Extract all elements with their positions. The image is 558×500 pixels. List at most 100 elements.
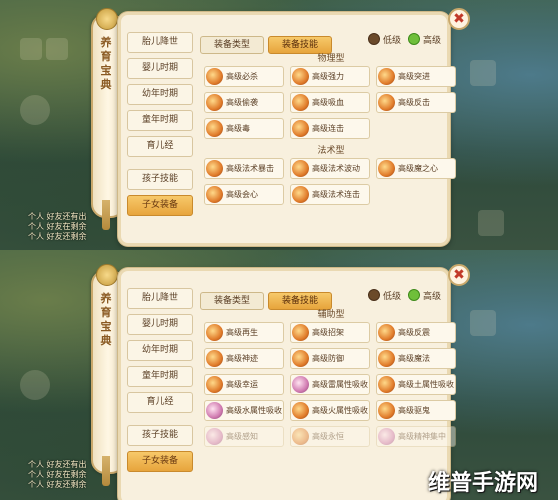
skill-slot[interactable]: 高级魔法 xyxy=(376,348,456,369)
fire-icon xyxy=(292,428,309,445)
skill-slot[interactable]: 高级幸运 xyxy=(204,374,284,395)
fire-icon xyxy=(378,324,395,341)
pink-orb-icon xyxy=(378,428,395,445)
fire-icon xyxy=(378,94,395,111)
skill-slot[interactable]: 高级驱鬼 xyxy=(376,400,456,421)
skill-name: 高级神迹 xyxy=(226,354,258,363)
skill-slot[interactable]: 高级永恒 xyxy=(290,426,370,447)
skill-slot[interactable]: 高级水属性吸收 xyxy=(204,400,284,421)
sidebar-item-infant[interactable]: 婴儿时期 xyxy=(127,58,193,79)
sidebar-item-child-skills[interactable]: 孩子技能 xyxy=(127,425,193,446)
skill-slot[interactable]: 高级突进 xyxy=(376,66,456,87)
scroll-title: 养 育 宝 典 xyxy=(100,36,112,91)
skill-slot[interactable]: 高级招架 xyxy=(290,322,370,343)
section-header: 法术型 xyxy=(317,146,345,156)
fire-icon xyxy=(292,68,309,85)
sidebar-item-childhood[interactable]: 童年时期 xyxy=(127,366,193,387)
skill-name: 高级必杀 xyxy=(226,72,258,81)
fire-icon xyxy=(206,160,223,177)
skill-slot[interactable]: 高级反震 xyxy=(376,322,456,343)
fire-icon xyxy=(378,68,395,85)
fire-icon xyxy=(292,350,309,367)
sidebar: 胎儿降世 婴儿时期 幼年时期 童年时期 育儿经 孩子技能 子女装备 xyxy=(127,288,193,477)
fire-icon xyxy=(378,350,395,367)
skill-name: 高级精神集中 xyxy=(398,432,446,441)
map-icon[interactable] xyxy=(470,310,496,336)
chat-log: 个人 好友还有出 个人 好友在剩余 个人 好友还剩余 xyxy=(28,212,87,242)
skill-name: 高级魔之心 xyxy=(398,164,438,173)
skill-slot[interactable]: 高级魔之心 xyxy=(376,158,456,179)
skill-slot[interactable]: 高级防御 xyxy=(290,348,370,369)
skill-slot[interactable]: 高级土属性吸收 xyxy=(376,374,456,395)
scroll-knob-top xyxy=(96,264,118,286)
skill-slot[interactable]: 高级法术波动 xyxy=(290,158,370,179)
skill-name: 高级魔法 xyxy=(398,354,430,363)
skill-slot[interactable]: 高级火属性吸收 xyxy=(290,400,370,421)
radio-low[interactable]: 低级 xyxy=(368,33,401,48)
fire-icon xyxy=(378,402,395,419)
fire-icon xyxy=(206,94,223,111)
sidebar-item-toddler[interactable]: 幼年时期 xyxy=(127,84,193,105)
skill-slot[interactable]: 高级法术暴击 xyxy=(204,158,284,179)
fire-icon xyxy=(206,120,223,137)
skill-slot[interactable]: 高级强力 xyxy=(290,66,370,87)
skill-slot[interactable]: 高级神迹 xyxy=(204,348,284,369)
sidebar-item-child-skills[interactable]: 孩子技能 xyxy=(127,169,193,190)
skill-name: 高级雷属性吸收 xyxy=(312,380,368,389)
tab-bar: 装备类型 装备技能 xyxy=(200,288,336,310)
skill-slot[interactable]: 高级反击 xyxy=(376,92,456,113)
skill-slot[interactable]: 高级雷属性吸收 xyxy=(290,374,370,395)
map-icon[interactable] xyxy=(470,60,496,86)
radio-high[interactable]: 高级 xyxy=(408,289,441,304)
sidebar-item-birth[interactable]: 胎儿降世 xyxy=(127,32,193,53)
scroll-tassel xyxy=(102,456,110,486)
sidebar-item-parenting[interactable]: 育儿经 xyxy=(127,136,193,157)
screenshot-top: 个人 好友还有出 个人 好友在剩余 个人 好友还剩余 养 育 宝 典 ✖ 胎儿降… xyxy=(0,0,558,250)
skill-name: 高级反震 xyxy=(398,328,430,337)
scroll-tassel xyxy=(102,200,110,230)
close-button[interactable]: ✖ xyxy=(448,8,470,30)
sidebar-item-birth[interactable]: 胎儿降世 xyxy=(127,288,193,309)
skill-name: 高级突进 xyxy=(398,72,430,81)
skill-slot[interactable]: 高级再生 xyxy=(204,322,284,343)
fire-icon xyxy=(378,160,395,177)
fire-icon xyxy=(206,186,223,203)
sidebar-item-toddler[interactable]: 幼年时期 xyxy=(127,340,193,361)
skill-slot[interactable]: 高级偷袭 xyxy=(204,92,284,113)
skill-name: 高级幸运 xyxy=(226,380,258,389)
skill-slot[interactable]: 高级会心 xyxy=(204,184,284,205)
skill-slot[interactable]: 高级连击 xyxy=(290,118,370,139)
skill-name: 高级水属性吸收 xyxy=(226,406,282,415)
sidebar-item-infant[interactable]: 婴儿时期 xyxy=(127,314,193,335)
chat-line: 个人 好友还剩余 xyxy=(28,232,87,241)
skill-slot[interactable]: 高级吸血 xyxy=(290,92,370,113)
skill-slot[interactable]: 高级精神集中 xyxy=(376,426,456,447)
sidebar-item-child-equipment[interactable]: 子女装备 xyxy=(127,451,193,472)
skill-slot[interactable]: 高级法术连击 xyxy=(290,184,370,205)
skill-slot[interactable]: 高级必杀 xyxy=(204,66,284,87)
pink-orb-icon xyxy=(292,376,309,393)
skill-slot[interactable] xyxy=(20,38,42,60)
chat-log: 个人 好友还有出 个人 好友在剩余 个人 好友还剩余 xyxy=(28,460,87,490)
tab-bar: 装备类型 装备技能 xyxy=(200,32,336,54)
skill-name: 高级会心 xyxy=(226,190,258,199)
pet-avatar[interactable] xyxy=(20,95,50,125)
radio-low[interactable]: 低级 xyxy=(368,289,401,304)
skill-name: 高级毒 xyxy=(226,124,250,133)
skill-slot[interactable]: 高级感知 xyxy=(204,426,284,447)
sidebar-item-childhood[interactable]: 童年时期 xyxy=(127,110,193,131)
section-header: 辅助型 xyxy=(317,310,345,320)
skill-name: 高级吸血 xyxy=(312,98,344,107)
skill-slot[interactable] xyxy=(46,38,68,60)
pink-orb-icon xyxy=(206,402,223,419)
chat-line: 个人 好友还有出 xyxy=(28,460,87,469)
skill-slot[interactable]: 高级毒 xyxy=(204,118,284,139)
menu-icon[interactable] xyxy=(478,210,504,236)
sidebar-item-parenting[interactable]: 育儿经 xyxy=(127,392,193,413)
chat-line: 个人 好友在剩余 xyxy=(28,470,87,479)
pet-avatar[interactable] xyxy=(20,370,50,400)
skill-name: 高级永恒 xyxy=(312,432,344,441)
close-button[interactable]: ✖ xyxy=(448,264,470,286)
radio-high[interactable]: 高级 xyxy=(408,33,441,48)
sidebar-item-child-equipment[interactable]: 子女装备 xyxy=(127,195,193,216)
